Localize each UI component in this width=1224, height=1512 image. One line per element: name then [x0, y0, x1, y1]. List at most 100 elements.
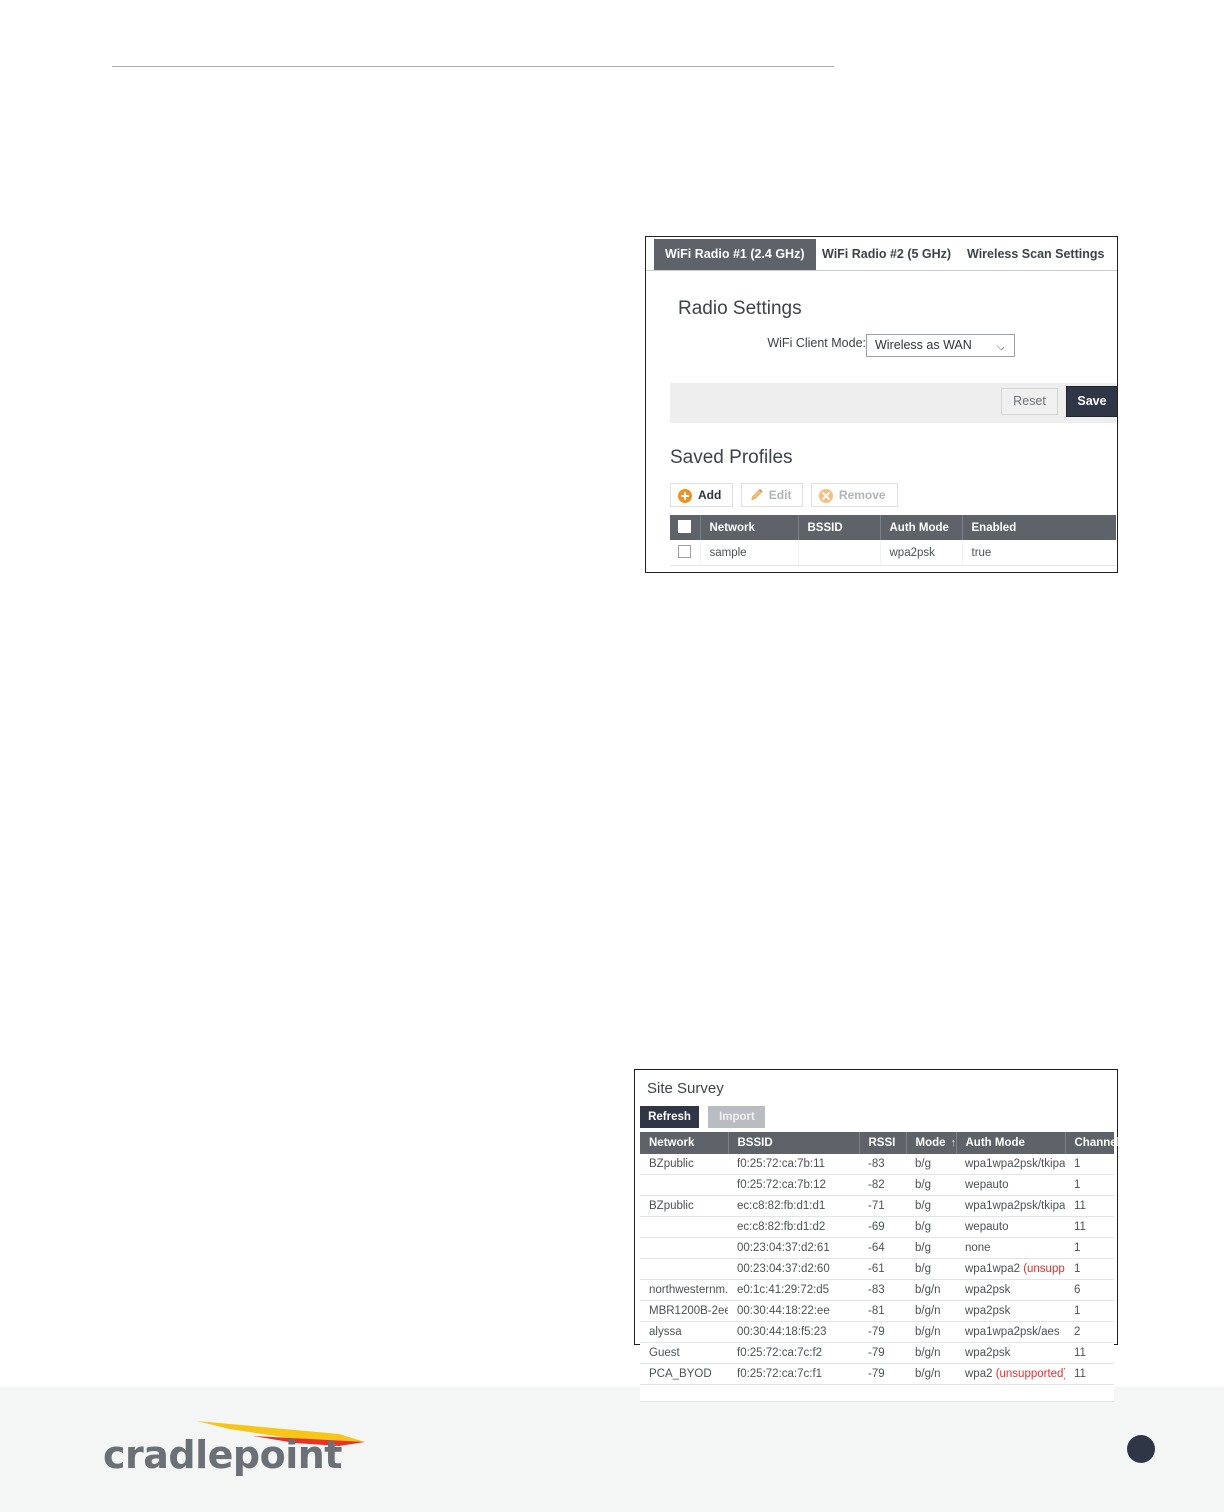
cell-network	[640, 1237, 728, 1259]
cell-auth-mode: wepauto	[956, 1216, 1065, 1238]
cell-rssi: -83	[859, 1279, 906, 1301]
auth-unsupported-note: (unsupported)	[995, 1368, 1065, 1380]
cell-auth-mode: wpa2psk	[879, 540, 962, 566]
cell-rssi: -64	[859, 1237, 906, 1259]
site-survey-toolbar: Refresh Import	[640, 1106, 766, 1128]
plus-circle-icon	[678, 489, 692, 503]
pencil-icon	[751, 489, 763, 501]
cell-mode: b/g/n	[906, 1342, 956, 1364]
table-row[interactable]: alyssa 00:30:44:18:f5:23 -79 b/g/n wpa1wpa2p…	[640, 1321, 1114, 1343]
import-button[interactable]: Import	[708, 1106, 766, 1128]
table-row[interactable]: BZpublic f0:25:72:ca:7b:11 -83 b/g wpa1wpa2p…	[640, 1154, 1114, 1175]
cell-rssi: -79	[859, 1342, 906, 1364]
cell-network: PCA_BYOD	[640, 1363, 728, 1385]
cell-network: sample	[699, 540, 798, 566]
cell-channel: 11	[1065, 1342, 1114, 1364]
logo-wordmark: cradlepoint	[103, 1433, 342, 1477]
close-circle-icon	[818, 489, 833, 503]
cell-network: Guest	[640, 1342, 728, 1364]
cell-mode: b/g/n	[906, 1363, 956, 1385]
edit-profile-button[interactable]: Edit	[740, 483, 804, 507]
table-row[interactable]: f0:25:72:ca:7b:12 -82 b/g wepauto 1	[640, 1174, 1114, 1196]
cell-mode: b/g/n	[906, 1279, 956, 1301]
cell-bssid: 00:30:44:18:22:ee	[728, 1300, 859, 1322]
wifi-client-mode-select[interactable]: Wireless as WAN	[866, 334, 1015, 357]
reset-button[interactable]: Reset	[1001, 388, 1058, 415]
column-header-mode[interactable]: Mode ↑	[906, 1132, 957, 1154]
saved-profiles-heading: Saved Profiles	[670, 447, 793, 468]
column-header-auth-mode[interactable]: Auth Mode	[880, 515, 963, 540]
cell-bssid: f0:25:72:ca:7c:f2	[728, 1342, 859, 1364]
remove-profile-button[interactable]: Remove	[810, 483, 898, 507]
cell-bssid: 00:23:04:37:d2:61	[728, 1237, 859, 1259]
cell-channel: 1	[1065, 1258, 1114, 1280]
cell-channel: 2	[1065, 1321, 1114, 1343]
row-checkbox[interactable]	[678, 545, 691, 558]
column-header-rssi[interactable]: RSSI	[859, 1132, 907, 1154]
column-header-mode-label: Mode	[915, 1137, 946, 1149]
column-header-enabled[interactable]: Enabled	[962, 515, 1116, 540]
select-all-checkbox[interactable]	[678, 520, 691, 533]
cell-bssid: 00:23:04:37:d2:60	[728, 1258, 859, 1280]
site-survey-table-filler	[640, 1385, 1114, 1402]
cell-network	[640, 1216, 728, 1238]
cell-bssid: f0:25:72:ca:7c:f1	[728, 1363, 859, 1385]
cell-rssi: -83	[859, 1154, 906, 1175]
cradlepoint-logo: cradlepoint	[103, 1412, 365, 1478]
cell-auth-mode: none	[956, 1237, 1065, 1259]
tab-wifi-radio-2[interactable]: WiFi Radio #2 (5 GHz)	[811, 240, 962, 269]
cell-auth-mode: wpa1wpa2psk/aes	[956, 1321, 1065, 1343]
cell-rssi: -79	[859, 1321, 906, 1343]
cell-channel: 1	[1065, 1174, 1114, 1196]
save-button[interactable]: Save	[1066, 386, 1118, 417]
table-row[interactable]: BZpublic ec:c8:82:fb:d1:d1 -71 b/g wpa1wpa2p…	[640, 1195, 1114, 1217]
cell-network	[640, 1258, 728, 1280]
cell-mode: b/g	[906, 1174, 956, 1196]
refresh-button[interactable]: Refresh	[640, 1106, 699, 1128]
cell-network: BZpublic	[640, 1195, 728, 1217]
radio-action-bar: Reset Save	[670, 383, 1118, 423]
table-row[interactable]: sample wpa2psk true	[670, 540, 1116, 566]
table-row[interactable]: Guest f0:25:72:ca:7c:f2 -79 b/g/n wpa2psk 11	[640, 1342, 1114, 1364]
cell-bssid	[797, 540, 880, 566]
wifi-client-mode-label: WiFi Client Mode:	[767, 336, 866, 350]
table-row[interactable]: ec:c8:82:fb:d1:d2 -69 b/g wepauto 11	[640, 1216, 1114, 1238]
cell-bssid: 00:30:44:18:f5:23	[728, 1321, 859, 1343]
column-header-bssid[interactable]: BSSID	[798, 515, 881, 540]
table-row[interactable]: 00:23:04:37:d2:60-61b/gwpa1wpa2 (unsuppo…	[640, 1258, 1114, 1280]
cell-network: MBR1200B-2ee	[640, 1300, 728, 1322]
page-number-badge	[1127, 1435, 1155, 1463]
remove-profile-label: Remove	[838, 488, 886, 502]
cell-mode: b/g	[906, 1258, 956, 1280]
cell-channel: 11	[1065, 1195, 1114, 1217]
add-profile-button[interactable]: Add	[670, 483, 734, 507]
cell-enabled: true	[961, 540, 1116, 566]
tab-wireless-scan-settings[interactable]: Wireless Scan Settings	[956, 240, 1115, 269]
cell-network	[640, 1174, 728, 1196]
site-survey-table: Network BSSID RSSI Mode ↑ Auth Mode Chann…	[640, 1132, 1120, 1385]
column-header-bssid[interactable]: BSSID	[728, 1132, 860, 1154]
column-header-channel[interactable]: Channel	[1065, 1132, 1120, 1154]
table-row[interactable]: PCA_BYOD f0:25:72:ca:7c:f1 -79 b/g/n wpa2 (u…	[640, 1363, 1114, 1385]
column-header-auth-mode[interactable]: Auth Mode	[956, 1132, 1066, 1154]
edit-profile-label: Edit	[768, 488, 792, 502]
tab-wifi-radio-1[interactable]: WiFi Radio #1 (2.4 GHz)	[654, 239, 816, 270]
cell-channel: 6	[1065, 1279, 1114, 1301]
cell-mode: b/g	[906, 1154, 956, 1175]
table-row[interactable]: northwesternm... e0:1c:41:29:72:d5 -83 b/g/…	[640, 1279, 1114, 1301]
row-select-cell[interactable]	[670, 540, 700, 566]
cell-mode: b/g	[906, 1195, 956, 1217]
table-row[interactable]: MBR1200B-2ee 00:30:44:18:22:ee -81 b/g/n wpa…	[640, 1300, 1114, 1322]
cell-bssid: ec:c8:82:fb:d1:d1	[728, 1195, 859, 1217]
cell-mode: b/g	[906, 1216, 956, 1238]
cell-channel: 1	[1065, 1237, 1114, 1259]
site-survey-heading: Site Survey	[647, 1080, 724, 1097]
column-header-network[interactable]: Network	[700, 515, 799, 540]
column-header-network[interactable]: Network	[640, 1132, 729, 1154]
radio-settings-heading: Radio Settings	[678, 298, 802, 319]
cell-rssi: -79	[859, 1363, 906, 1385]
cell-mode: b/g/n	[906, 1300, 956, 1322]
select-all-header[interactable]	[670, 515, 701, 540]
cell-rssi: -61	[859, 1258, 906, 1280]
table-row[interactable]: 00:23:04:37:d2:61 -64 b/g none 1	[640, 1237, 1114, 1259]
